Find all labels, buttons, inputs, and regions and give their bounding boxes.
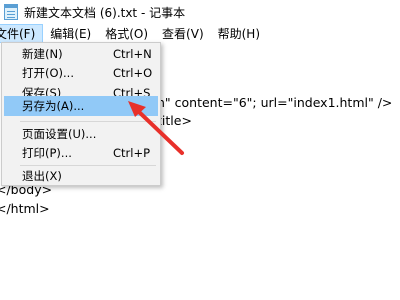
red-arrow-annotation <box>128 101 184 155</box>
